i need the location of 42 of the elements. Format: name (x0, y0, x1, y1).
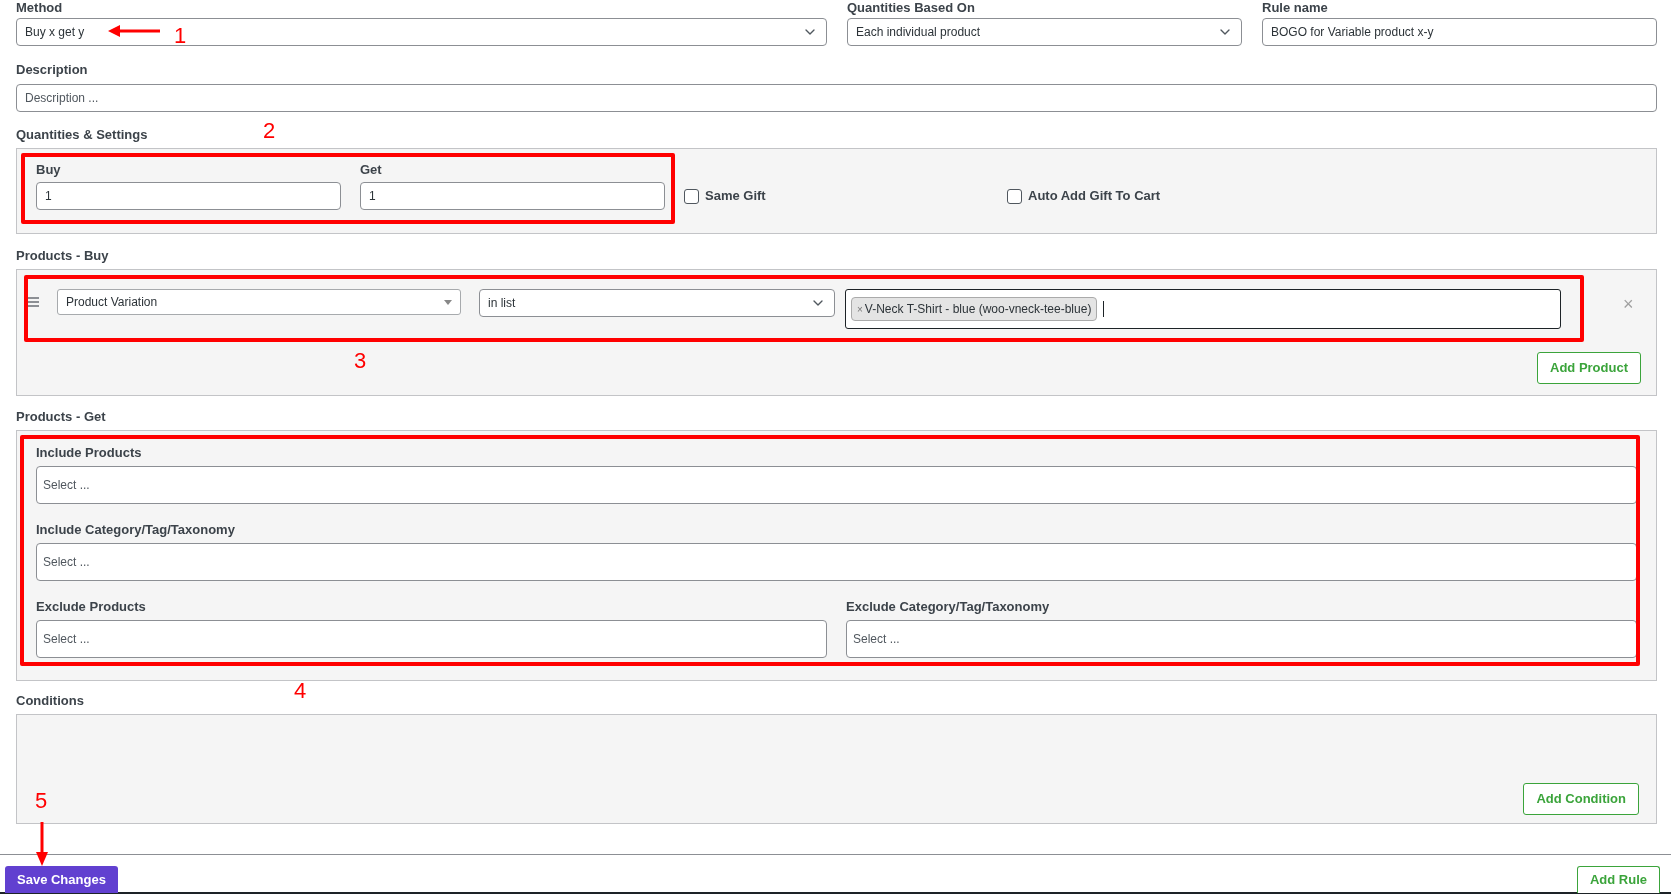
field-label: Include Category/Tag/Taxonomy (36, 522, 235, 538)
select-field[interactable]: Product Variation (57, 289, 461, 315)
drag-handle-icon[interactable] (25, 297, 39, 307)
tag-input-field[interactable]: × V-Neck T-Shirt - blue (woo-vneck-tee-blue) (845, 289, 1561, 329)
save-changes-button[interactable]: Save Changes (5, 866, 118, 893)
section-title: Conditions (16, 693, 84, 709)
field-label: Method (16, 0, 63, 16)
field-label: Buy (36, 162, 61, 178)
checkbox[interactable] (1007, 188, 1022, 204)
arrow-annotation (36, 822, 48, 866)
annotation-number: 2 (263, 119, 276, 143)
select-field[interactable]: Select ... (36, 543, 1637, 581)
field-label: Description (16, 62, 88, 78)
field-label: Exclude Category/Tag/Taxonomy (846, 599, 1050, 615)
checkbox[interactable] (684, 188, 699, 204)
section-title: Quantities & Settings (16, 127, 148, 143)
field-label: Include Products (36, 445, 142, 461)
input-field[interactable]: BOGO for Variable product x-y (1262, 18, 1657, 46)
select-field[interactable]: Each individual product (847, 18, 1242, 46)
caret-down-icon (444, 299, 452, 305)
select-field[interactable]: Select ... (846, 620, 1637, 658)
field-label: Rule name (1262, 0, 1328, 16)
section-title: Products - Buy (16, 248, 109, 264)
field-label: Get (360, 162, 382, 178)
tag-remove-icon[interactable]: × (857, 301, 863, 317)
input-field[interactable]: Description ... (16, 84, 1657, 112)
input-field[interactable]: 1 (36, 182, 341, 210)
field-label: Quantities Based On (847, 0, 975, 16)
select-field[interactable]: Select ... (36, 466, 1637, 504)
annotation-number: 5 (35, 789, 48, 813)
checkbox-label: Auto Add Gift To Cart (1028, 187, 1161, 206)
arrow-annotation (108, 25, 160, 37)
checkbox-label: Same Gift (705, 187, 766, 206)
product-tag[interactable]: × V-Neck T-Shirt - blue (woo-vneck-tee-blue) (851, 297, 1098, 321)
select-field[interactable]: Select ... (36, 620, 827, 658)
field-label: Exclude Products (36, 599, 146, 615)
select-field[interactable]: in list (479, 289, 835, 317)
annotation-number: 4 (294, 679, 307, 703)
section-title: Products - Get (16, 409, 106, 425)
annotation-number: 1 (174, 24, 187, 48)
input-field[interactable]: 1 (360, 182, 665, 210)
annotation-number: 3 (354, 349, 367, 373)
